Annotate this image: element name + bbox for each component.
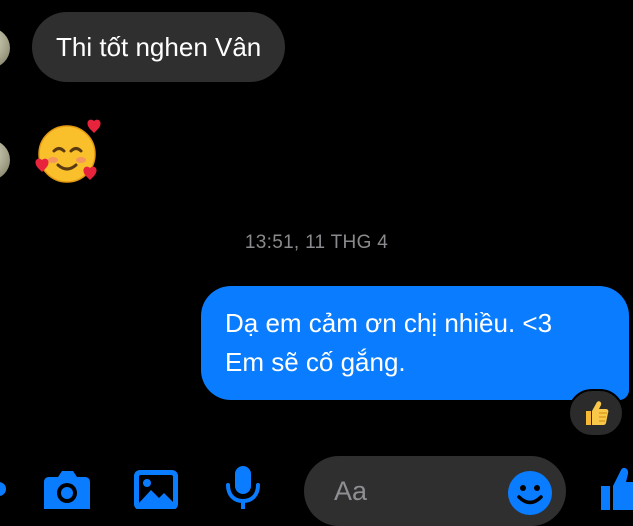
outgoing-message-line: Em sẽ cố gắng.	[225, 347, 406, 377]
outgoing-message-bubble[interactable]: Dạ em cảm ơn chị nhiều. <3 Em sẽ cố gắng…	[201, 286, 629, 400]
incoming-message-text: Thi tốt nghen Vân	[56, 31, 262, 62]
outgoing-message-line: Dạ em cảm ơn chị nhiều. <3	[225, 308, 553, 338]
message-input[interactable]: Aa	[304, 456, 566, 526]
incoming-message-bubble[interactable]: Thi tốt nghen Vân	[32, 12, 286, 82]
like-icon[interactable]	[601, 464, 633, 510]
message-input-placeholder: Aa	[334, 476, 368, 506]
image-icon[interactable]	[133, 469, 179, 509]
smiley-icon[interactable]	[507, 470, 553, 516]
camera-icon[interactable]	[43, 469, 91, 509]
sender-avatar[interactable]	[0, 140, 10, 180]
sender-avatar[interactable]	[0, 28, 10, 68]
microphone-icon[interactable]	[224, 465, 262, 509]
smiling-face-with-hearts-icon[interactable]	[34, 118, 104, 184]
more-actions-button[interactable]	[0, 482, 6, 496]
thumbs-up-icon	[586, 401, 609, 425]
reaction-badge[interactable]	[568, 389, 624, 437]
message-timestamp: 13:51, 11 THG 4	[244, 232, 389, 253]
